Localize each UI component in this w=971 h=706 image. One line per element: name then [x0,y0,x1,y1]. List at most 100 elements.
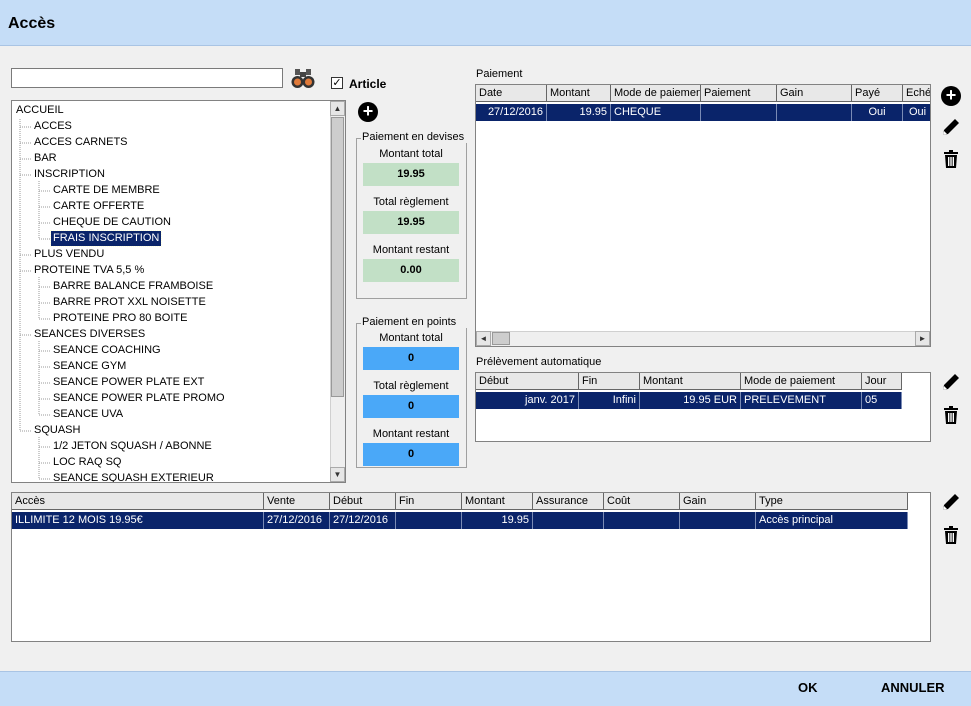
cell: 19.95 [547,104,611,121]
devises-total-label: Montant total [379,148,443,160]
tree-item[interactable]: SEANCES DIVERSES [32,327,147,342]
cancel-button[interactable]: ANNULER [881,680,945,695]
tree-item[interactable]: CARTE OFFERTE [51,199,146,214]
tree-item[interactable]: BARRE BALANCE FRAMBOISE [51,279,215,294]
scroll-down-arrow-icon[interactable]: ▼ [330,467,345,482]
col-header[interactable]: Mode de paiement [611,85,701,102]
paiement-hscroll-thumb[interactable] [492,332,510,345]
cell: Oui [852,104,903,121]
tree-item[interactable]: ACCES CARNETS [32,135,130,150]
col-header[interactable]: Assurance [533,493,604,510]
points-restant-value: 0 [363,443,459,466]
col-header[interactable]: Mode de paiement [741,373,862,390]
tree-item[interactable]: CARTE DE MEMBRE [51,183,162,198]
table-row[interactable]: ILLIMITE 12 MOIS 19.95€ 27/12/2016 27/12… [12,512,908,529]
col-header[interactable]: Début [476,373,579,390]
tree-item[interactable]: CHEQUE DE CAUTION [51,215,173,230]
prelevement-table[interactable]: Début Fin Montant Mode de paiement Jour … [475,372,931,442]
scroll-left-arrow-icon[interactable]: ◄ [476,331,491,346]
search-input[interactable] [11,68,283,88]
article-checkbox[interactable]: ✓ [331,77,343,89]
tree-item[interactable]: SEANCE POWER PLATE PROMO [51,391,227,406]
col-header[interactable]: Paiement [701,85,777,102]
tree-item[interactable]: SEANCE UVA [51,407,125,422]
paiement-hscrollbar[interactable] [476,331,930,346]
col-header[interactable]: Début [330,493,396,510]
tree-scroll-thumb[interactable] [331,117,344,397]
cell: janv. 2017 [476,392,579,409]
cell: Oui [903,104,930,121]
col-header[interactable]: Echéance [903,85,930,102]
delete-paiement-trash-icon[interactable] [941,149,961,169]
tree-item[interactable]: SEANCE POWER PLATE EXT [51,375,206,390]
col-header[interactable]: Fin [396,493,462,510]
tree-item[interactable]: SEANCE COACHING [51,343,163,358]
col-header[interactable]: Gain [777,85,852,102]
col-header[interactable]: Type [756,493,908,510]
tree-item[interactable]: PROTEINE PRO 80 BOITE [51,311,189,326]
window-title: Accès [8,15,56,32]
tree-item[interactable]: PROTEINE TVA 5,5 % [32,263,146,278]
devises-legend: Paiement en devises [361,131,467,143]
delete-prelevement-trash-icon[interactable] [941,405,961,425]
edit-acces-pencil-icon[interactable] [941,492,961,512]
col-header[interactable]: Montant [462,493,533,510]
tree-item[interactable]: PLUS VENDU [32,247,106,262]
table-row[interactable]: 27/12/2016 19.95 CHEQUE Oui Oui [476,104,930,121]
paiement-table[interactable]: Date Montant Mode de paiement Paiement G… [475,84,931,347]
col-header[interactable]: Gain [680,493,756,510]
prelevement-label: Prélèvement automatique [476,356,602,368]
delete-acces-trash-icon[interactable] [941,525,961,545]
devises-restant-value: 0.00 [363,259,459,282]
binoculars-icon[interactable] [291,68,315,90]
cell [777,104,852,121]
points-restant-label: Montant restant [372,428,450,440]
col-header[interactable]: Fin [579,373,640,390]
add-paiement-plus-icon[interactable]: + [941,86,961,106]
tree-item[interactable]: INSCRIPTION [32,167,107,182]
tree-item[interactable]: LOC RAQ SQ [51,455,123,470]
edit-paiement-pencil-icon[interactable] [941,117,961,137]
edit-prelevement-pencil-icon[interactable] [941,372,961,392]
cell: 27/12/2016 [330,512,396,529]
tree-item[interactable]: SQUASH [32,423,82,438]
col-header[interactable]: Coût [604,493,680,510]
scroll-right-arrow-icon[interactable]: ► [915,331,930,346]
cell: ILLIMITE 12 MOIS 19.95€ [12,512,264,529]
ok-button[interactable]: OK [798,680,818,695]
cell [396,512,462,529]
table-row[interactable]: janv. 2017 Infini 19.95 EUR PRELEVEMENT … [476,392,902,409]
devises-total-value: 19.95 [363,163,459,186]
cell: 27/12/2016 [264,512,330,529]
scroll-up-arrow-icon[interactable]: ▲ [330,101,345,116]
points-reglement-value: 0 [363,395,459,418]
tree-item[interactable]: ACCUEIL [14,103,66,118]
acces-table[interactable]: Accès Vente Début Fin Montant Assurance … [11,492,931,642]
tree-item[interactable]: FRAIS INSCRIPTION [49,230,163,247]
add-article-plus-icon[interactable]: + [358,102,378,122]
cell: Accès principal [756,512,908,529]
points-reglement-label: Total règlement [373,380,449,392]
col-header[interactable]: Montant [640,373,741,390]
col-header[interactable]: Accès [12,493,264,510]
paiement-label: Paiement [476,68,523,80]
cell: 19.95 EUR [640,392,741,409]
col-header[interactable]: Montant [547,85,611,102]
tree-item[interactable]: SEANCE GYM [51,359,128,374]
article-tree[interactable]: ACCUEIL ACCES ACCES CARNETS BAR INSCRIPTION C… [11,100,346,483]
points-legend: Paiement en points [361,316,467,328]
cell [680,512,756,529]
tree-item[interactable]: BAR [32,151,59,166]
col-header[interactable]: Jour [862,373,902,390]
col-header[interactable]: Vente [264,493,330,510]
col-header[interactable]: Payé [852,85,903,102]
tree-item[interactable]: ACCES [32,119,74,134]
tree-item[interactable]: SEANCE SQUASH EXTERIEUR [51,471,216,482]
cell: 19.95 [462,512,533,529]
col-header[interactable]: Date [476,85,547,102]
article-label: Article [349,77,387,91]
devises-reglement-label: Total règlement [373,196,449,208]
tree-item[interactable]: 1/2 JETON SQUASH / ABONNE [51,439,214,454]
points-total-value: 0 [363,347,459,370]
tree-item[interactable]: BARRE PROT XXL NOISETTE [51,295,208,310]
